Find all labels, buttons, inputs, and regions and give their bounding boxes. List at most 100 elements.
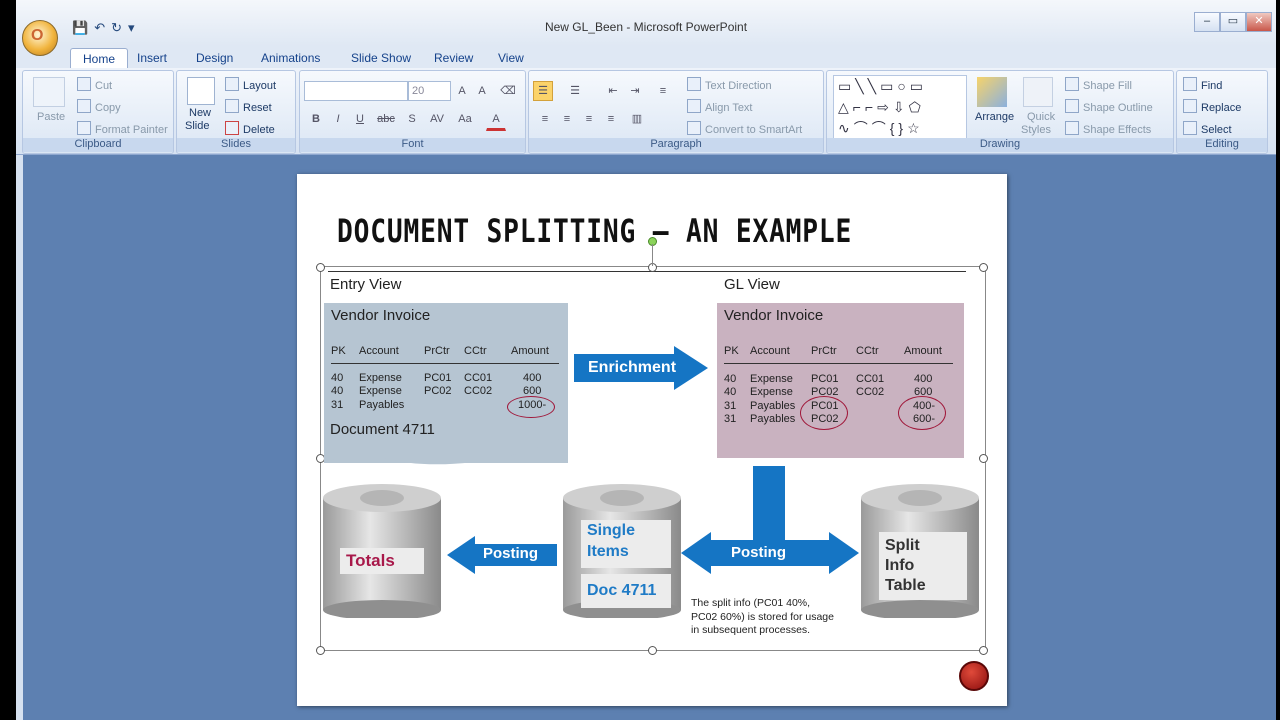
record-button-icon[interactable] [959,661,989,691]
arrange-button[interactable]: Arrange [975,111,1014,123]
shape-fill-icon [1065,77,1079,91]
tab-animations[interactable]: Animations [249,48,332,68]
slide-canvas[interactable]: DOCUMENT SPLITTING – AN EXAMPLE Entry Vi… [297,174,1007,706]
convert-smartart-button[interactable]: Convert to SmartArt [687,121,802,136]
reset-button[interactable]: Reset [225,99,272,114]
format-painter-icon [77,121,91,135]
delete-button[interactable]: Delete [225,121,275,136]
resize-handle[interactable] [316,646,325,655]
right-col-prctr: PrCtr [811,345,837,357]
tab-insert[interactable]: Insert [125,48,179,68]
paste-button[interactable]: Paste [37,111,65,123]
italic-icon[interactable]: I [328,109,348,129]
align-center-icon[interactable]: ≡ [557,109,577,129]
change-case-icon[interactable]: Aa [452,109,478,129]
shapes-gallery[interactable]: ▭╲╲▭○▭ △⌐⌐⇨⇩⬠ ∿⌒⌒{}☆ [833,75,967,139]
replace-icon [1183,99,1197,113]
new-slide-label-1[interactable]: New [189,107,211,119]
right-col-pk: PK [724,345,739,357]
group-paragraph: ☰ ☰ ⇤ ⇥ ≡ ≡ ≡ ≡ ≡ ▥ Text Direction Align… [528,70,824,154]
font-color-icon[interactable]: A [486,109,506,131]
text-shadow-icon[interactable]: S [402,109,422,129]
tab-review[interactable]: Review [422,48,485,68]
bullets-icon[interactable]: ☰ [533,81,553,101]
save-icon[interactable]: 💾 [72,20,88,36]
office-button[interactable]: O [22,20,58,56]
character-spacing-icon[interactable]: AV [424,109,450,129]
font-size-field[interactable]: 20 [408,81,451,101]
resize-handle[interactable] [979,646,988,655]
redo-icon[interactable]: ↻ [111,20,122,36]
underline-icon[interactable]: U [350,109,370,129]
align-right-icon[interactable]: ≡ [579,109,599,129]
decrease-indent-icon[interactable]: ⇤ [603,81,623,101]
text-direction-label: Text Direction [705,80,772,92]
grow-font-icon[interactable]: A [452,81,472,101]
resize-handle[interactable] [316,263,325,272]
line-spacing-icon[interactable]: ≡ [653,81,673,101]
reset-icon [225,99,239,113]
select-button[interactable]: Select [1183,121,1232,136]
resize-handle[interactable] [648,646,657,655]
format-painter-button[interactable]: Format Painter [77,121,168,136]
customize-qat-icon[interactable]: ▾ [128,20,135,36]
minimize-button[interactable]: – [1194,12,1220,32]
left-col-account: Account [359,345,399,357]
cut-icon [77,77,91,91]
new-slide-icon[interactable] [187,77,215,105]
find-button[interactable]: Find [1183,77,1222,92]
tab-home[interactable]: Home [70,48,129,69]
new-slide-label-2[interactable]: Slide [185,120,209,132]
quick-styles-label-2[interactable]: Styles [1021,124,1051,136]
group-slides: New Slide Layout Reset Delete Slides [176,70,296,154]
resize-handle[interactable] [979,263,988,272]
numbering-icon[interactable]: ☰ [565,81,585,101]
slide-title[interactable]: DOCUMENT SPLITTING – AN EXAMPLE [337,212,852,250]
close-button[interactable]: ✕ [1246,12,1272,32]
single-items-line: Single [587,522,636,539]
tab-view[interactable]: View [486,48,536,68]
shape-effects-icon [1065,121,1079,135]
shrink-font-icon[interactable]: A [472,81,492,101]
cut-button[interactable]: Cut [77,77,112,92]
left-cell: 400 [523,372,542,384]
align-text-button[interactable]: Align Text [687,99,753,114]
shape-outline-button[interactable]: Shape Outline [1065,99,1153,114]
increase-indent-icon[interactable]: ⇥ [625,81,645,101]
columns-icon[interactable]: ▥ [627,109,647,129]
split-info-line: Table [885,577,926,594]
strikethrough-icon[interactable]: abc [372,109,400,129]
restore-button[interactable]: ▭ [1220,12,1246,32]
quick-styles-icon[interactable] [1023,77,1053,107]
layout-button[interactable]: Layout [225,77,276,92]
copy-button[interactable]: Copy [77,99,121,114]
bold-icon[interactable]: B [306,109,326,129]
format-painter-label: Format Painter [95,124,168,136]
right-cell: Expense [750,373,793,385]
single-items-line: Items [587,543,629,560]
paste-icon[interactable] [33,77,65,107]
font-name-field[interactable] [304,81,408,101]
justify-icon[interactable]: ≡ [601,109,621,129]
left-document-label: Document 4711 [330,421,435,438]
right-cell: 40 [724,373,737,385]
left-cell: PC02 [424,385,452,397]
quick-styles-label-1[interactable]: Quick [1027,111,1055,123]
tab-design[interactable]: Design [184,48,245,68]
slides-pane-edge[interactable] [16,155,23,720]
tab-slide-show[interactable]: Slide Show [339,48,423,68]
split-info-line: Info [885,557,915,574]
text-direction-button[interactable]: Text Direction [687,77,772,92]
shape-fill-button[interactable]: Shape Fill [1065,77,1132,92]
align-text-icon [687,99,701,113]
group-font: 20 A A ⌫ B I U abc S AV Aa A Font [299,70,526,154]
align-left-icon[interactable]: ≡ [535,109,555,129]
replace-button[interactable]: Replace [1183,99,1241,114]
resize-handle[interactable] [979,454,988,463]
clear-formatting-icon[interactable]: ⌫ [498,81,518,101]
left-cell: Payables [359,399,405,411]
undo-icon[interactable]: ↶ [94,20,105,36]
shape-effects-button[interactable]: Shape Effects [1065,121,1151,136]
split-info-label: Split Info Table [879,532,967,600]
arrange-icon[interactable] [977,77,1007,107]
